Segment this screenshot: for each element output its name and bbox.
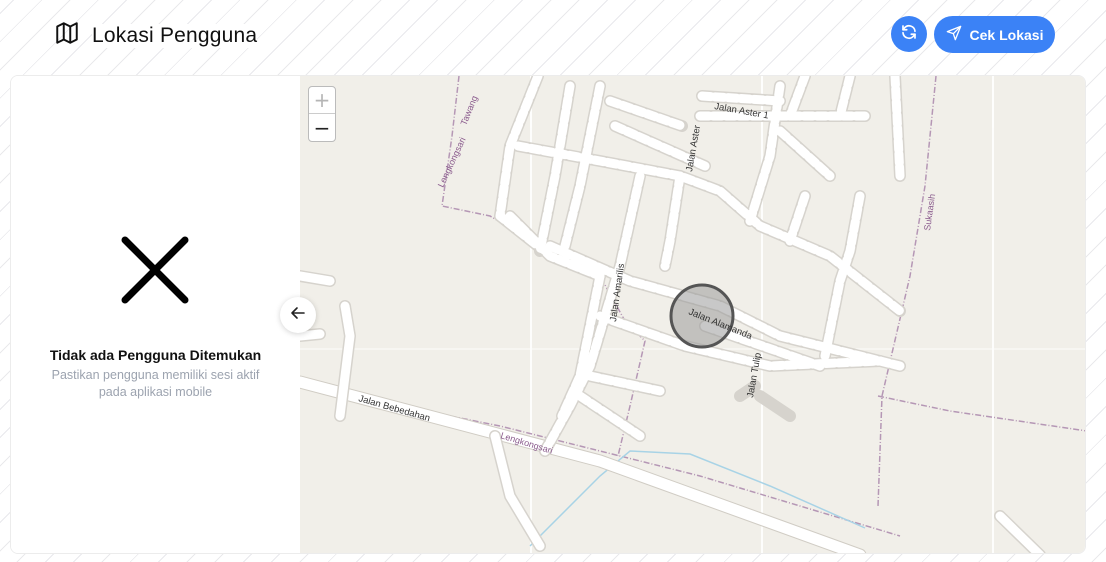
- header: Lokasi Pengguna Cek Lokasi: [0, 0, 1106, 72]
- zoom-control: + −: [308, 86, 336, 142]
- empty-state-title: Tidak ada Pengguna Ditemukan: [49, 347, 262, 363]
- close-icon: [121, 236, 189, 304]
- arrow-left-icon: [290, 305, 306, 326]
- refresh-icon: [900, 23, 918, 46]
- area-label: Lengkongsari: [436, 136, 468, 189]
- collapse-panel-button[interactable]: [280, 297, 316, 333]
- send-icon: [946, 25, 962, 44]
- zoom-in-button[interactable]: +: [309, 87, 335, 114]
- user-panel: Tidak ada Pengguna Ditemukan Pastikan pe…: [11, 76, 300, 553]
- zoom-out-button[interactable]: −: [309, 114, 335, 141]
- area-label: Tawang: [459, 94, 480, 127]
- map-icon: [54, 20, 80, 51]
- cek-lokasi-button[interactable]: Cek Lokasi: [934, 16, 1055, 53]
- map-tiles: Jalan Aster 1 Jalan Aster Jalan Amarilis…: [300, 76, 1085, 553]
- cek-lokasi-label: Cek Lokasi: [969, 26, 1044, 43]
- title-group: Lokasi Pengguna: [54, 20, 258, 51]
- refresh-button[interactable]: [891, 16, 927, 52]
- map-view[interactable]: Jalan Aster 1 Jalan Aster Jalan Amarilis…: [300, 76, 1085, 553]
- empty-state-description: Pastikan pengguna memiliki sesi aktif pa…: [51, 368, 260, 399]
- page-title: Lokasi Pengguna: [92, 23, 258, 48]
- area-label: Sukaasih: [922, 193, 937, 231]
- location-card: Tidak ada Pengguna Ditemukan Pastikan pe…: [10, 75, 1086, 554]
